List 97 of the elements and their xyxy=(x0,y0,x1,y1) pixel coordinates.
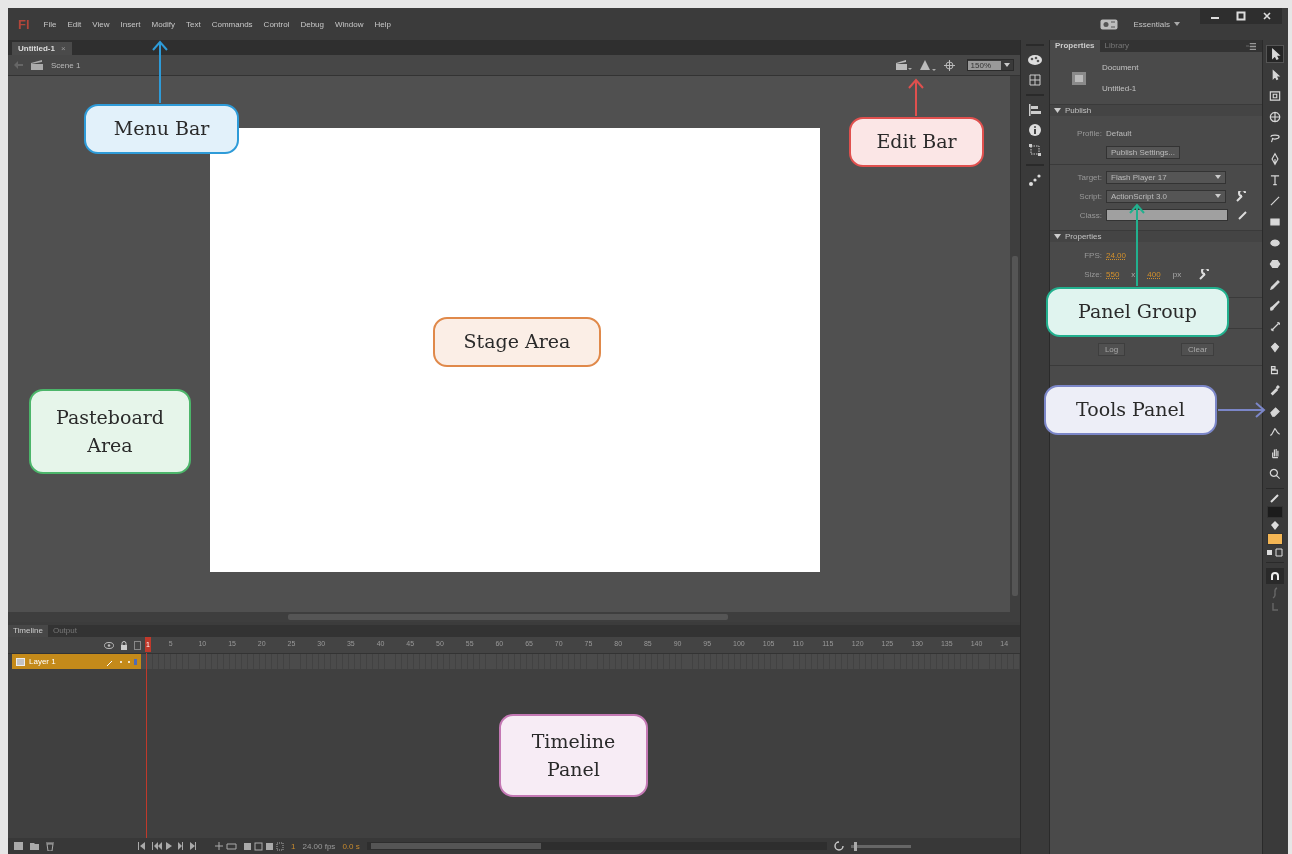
slider-thumb[interactable] xyxy=(853,841,857,851)
app-logo: Fl xyxy=(18,16,30,32)
symbol-icon[interactable] xyxy=(919,59,936,71)
triangle-icon xyxy=(1054,107,1061,114)
menu-item[interactable]: Text xyxy=(186,19,201,29)
swap-colors-icon[interactable] xyxy=(1267,548,1283,557)
panel-menu-icon[interactable] xyxy=(1246,42,1256,50)
outline-icon[interactable] xyxy=(134,640,141,650)
wrench-icon[interactable] xyxy=(1199,268,1211,280)
magnet-icon[interactable] xyxy=(1266,568,1284,584)
pointer-arrow xyxy=(1217,402,1266,418)
menu-item[interactable]: File xyxy=(43,19,57,29)
fps-value[interactable]: 24.00 xyxy=(1106,250,1127,260)
callout-label: Menu Bar xyxy=(84,104,239,154)
panel-tab[interactable]: Timeline xyxy=(8,625,48,637)
stroke-swatch[interactable] xyxy=(1267,506,1283,518)
log-button[interactable]: Clear xyxy=(1181,343,1215,356)
log-button[interactable]: Log xyxy=(1097,343,1126,356)
triangle-icon xyxy=(1054,233,1061,240)
clapper-icon xyxy=(31,60,43,70)
menu-item[interactable]: Window xyxy=(335,19,364,29)
field-label: Target: xyxy=(1076,172,1102,182)
menu-item[interactable]: Insert xyxy=(120,19,141,29)
align-icon[interactable] xyxy=(1029,104,1041,116)
transform-icon[interactable] xyxy=(1029,144,1041,156)
layer-row[interactable]: Layer 1 xyxy=(12,654,141,669)
target-dropdown[interactable]: Flash Player 17 xyxy=(1106,170,1226,184)
menu-item[interactable]: Commands xyxy=(211,19,253,29)
loop-icon[interactable] xyxy=(215,842,237,850)
clapper-icon[interactable] xyxy=(895,60,912,70)
publish-settings-button[interactable]: Publish Settings... xyxy=(1106,145,1181,159)
palette-icon[interactable] xyxy=(1028,54,1042,66)
field-label: Script: xyxy=(1078,191,1102,201)
field-label: Class: xyxy=(1078,210,1102,220)
pointer-arrow xyxy=(908,78,924,117)
document-name: Untitled-1 xyxy=(1102,84,1138,93)
class-field[interactable] xyxy=(1106,209,1228,221)
field-label: Profile: xyxy=(1076,128,1102,138)
close-icon[interactable] xyxy=(1262,11,1272,21)
caret-icon xyxy=(1215,175,1221,179)
section-header[interactable]: Publish xyxy=(1050,104,1262,116)
pointer-icon[interactable] xyxy=(1266,45,1284,63)
callout-label: Timeline Panel xyxy=(499,714,648,797)
unit-label: px xyxy=(1172,269,1182,279)
document-label: Document xyxy=(1102,63,1139,72)
sync-icon[interactable] xyxy=(1099,18,1118,30)
document-icon xyxy=(1072,71,1086,85)
pencil-icon[interactable] xyxy=(1238,210,1248,220)
center-frame-icon[interactable] xyxy=(833,841,844,851)
caret-icon xyxy=(1215,194,1221,198)
fill-swatch[interactable] xyxy=(1267,533,1283,545)
eye-icon[interactable] xyxy=(104,641,114,649)
caret-icon xyxy=(1174,22,1180,26)
folder-icon[interactable] xyxy=(30,842,39,850)
horizontal-scrollbar[interactable] xyxy=(366,842,827,850)
callout-label: Stage Area xyxy=(433,317,601,367)
menu-item[interactable]: View xyxy=(92,19,110,29)
tab-close[interactable]: × xyxy=(60,44,66,53)
info-icon[interactable] xyxy=(1029,124,1041,136)
script-dropdown[interactable]: ActionScript 3.0 xyxy=(1106,189,1226,203)
menu-item[interactable]: Edit xyxy=(67,19,82,29)
menu-item[interactable]: Modify xyxy=(151,19,176,29)
pencil-icon[interactable] xyxy=(1270,494,1280,503)
motion-path-icon[interactable] xyxy=(1029,174,1041,186)
callout-label: Panel Group xyxy=(1046,287,1229,337)
wrench-icon[interactable] xyxy=(1236,190,1247,202)
crosshair-icon[interactable] xyxy=(943,59,955,71)
trash-icon[interactable] xyxy=(46,841,54,851)
times-sign: x xyxy=(1131,269,1136,279)
layer-status-drawing[interactable] xyxy=(107,657,137,666)
elapsed-time[interactable]: 0.0 s xyxy=(342,841,360,851)
menu-item[interactable]: Control xyxy=(263,19,290,29)
scene-label[interactable]: Scene 1 xyxy=(51,60,81,70)
current-frame[interactable]: 1 xyxy=(291,841,296,851)
pointer-arrow xyxy=(152,40,168,104)
callout-label: Tools Panel xyxy=(1044,385,1217,435)
menu-item[interactable]: Help xyxy=(374,19,391,29)
zoom-dropdown[interactable]: 150% xyxy=(966,59,1014,71)
maximize-icon[interactable] xyxy=(1236,11,1246,21)
height-value[interactable]: 400 xyxy=(1147,269,1161,279)
menu-item[interactable]: Debug xyxy=(300,19,324,29)
frame-rate[interactable]: 24.00 fps xyxy=(302,841,336,851)
grid-icon[interactable] xyxy=(1029,74,1041,86)
callout-label: Edit Bar xyxy=(849,117,984,167)
width-value[interactable]: 550 xyxy=(1106,269,1120,279)
field-label: Size: xyxy=(1083,269,1102,279)
lock-icon[interactable] xyxy=(120,640,128,650)
profile-value: Default xyxy=(1106,128,1132,138)
field-label: FPS: xyxy=(1083,250,1102,260)
panel-tab[interactable]: Properties xyxy=(1050,40,1100,52)
layer-icon xyxy=(16,657,25,666)
document-tab[interactable]: Untitled-1 × xyxy=(12,42,72,55)
callout-label: Pasteboard Area xyxy=(29,389,191,474)
workspace-dropdown[interactable]: Essentials xyxy=(1133,19,1180,29)
section-header[interactable]: Properties xyxy=(1050,230,1262,242)
panel-tab[interactable]: Output xyxy=(47,625,82,637)
onion-skin-icon[interactable] xyxy=(244,841,284,851)
